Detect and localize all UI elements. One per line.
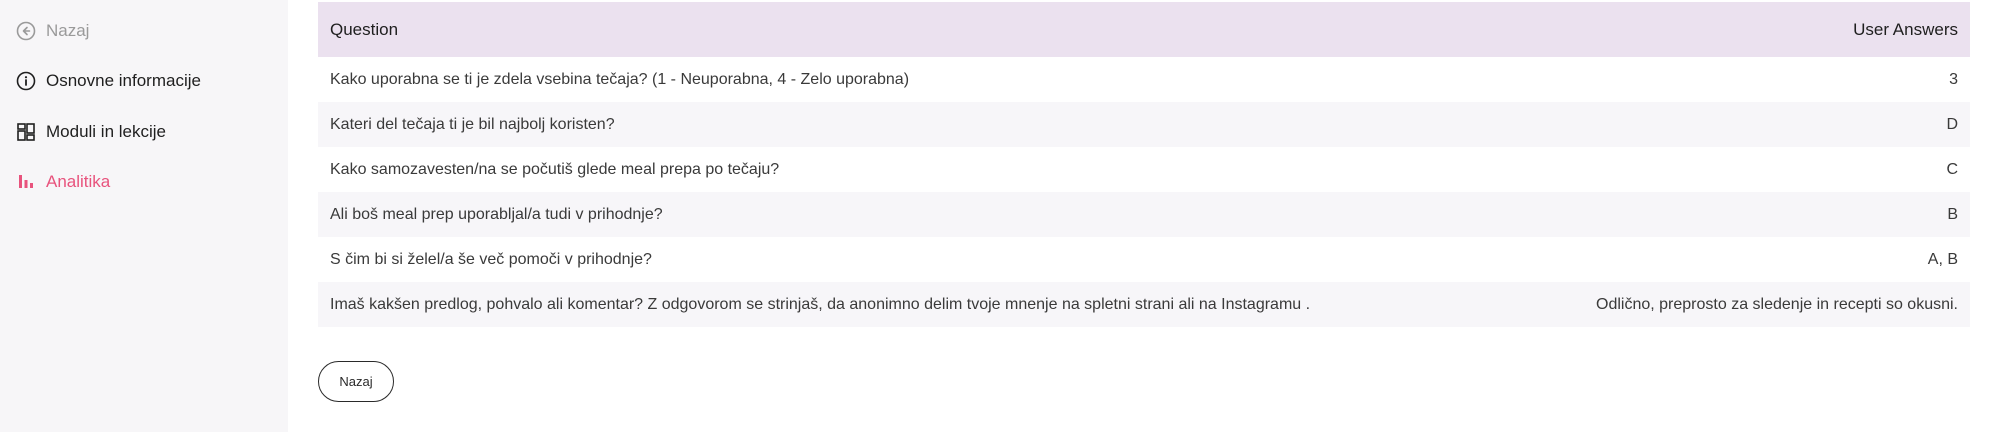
table-row: Imaš kakšen predlog, pohvalo ali komenta… <box>318 282 1970 327</box>
question-cell: Ali boš meal prep uporabljal/a tudi v pr… <box>330 205 663 223</box>
question-cell: Kako uporabna se ti je zdela vsebina teč… <box>330 70 910 88</box>
table-row: S čim bi si želel/a še več pomoči v prih… <box>318 237 1970 282</box>
sidebar-item-label: Osnovne informacije <box>46 71 201 90</box>
answer-cell: C <box>1946 160 1958 178</box>
answer-cell: Odlično, preprosto za sledenje in recept… <box>1596 295 1958 313</box>
answer-cell: 3 <box>1949 70 1958 88</box>
table-row: Kateri del tečaja ti je bil najbolj kori… <box>318 102 1970 147</box>
table-row: Kako uporabna se ti je zdela vsebina teč… <box>318 57 1970 102</box>
question-cell: Imaš kakšen predlog, pohvalo ali komenta… <box>330 295 1311 313</box>
table-row: Ali boš meal prep uporabljal/a tudi v pr… <box>318 192 1970 237</box>
question-cell: Kako samozavesten/na se počutiš glede me… <box>330 160 780 178</box>
answer-cell: B <box>1947 205 1958 223</box>
sidebar-item-back[interactable]: Nazaj <box>16 16 89 46</box>
sidebar-item-label: Nazaj <box>46 21 90 40</box>
column-header-user-answers: User Answers <box>1853 19 1958 39</box>
question-cell: S čim bi si želel/a še več pomoči v prih… <box>330 250 652 268</box>
sidebar-item-basic-info[interactable]: Osnovne informacije <box>16 66 201 96</box>
table-header-row: Question User Answers <box>318 2 1970 57</box>
sidebar-item-analytics[interactable]: Analitika <box>16 167 110 197</box>
answer-cell: D <box>1946 115 1958 133</box>
modules-grid-icon <box>16 122 36 142</box>
sidebar-item-label: Analitika <box>46 172 111 191</box>
column-header-question: Question <box>330 19 399 39</box>
bar-chart-icon <box>16 172 36 192</box>
analytics-main: Question User Answers Kako uporabna se t… <box>318 2 1970 327</box>
answer-cell: A, B <box>1927 250 1958 268</box>
question-cell: Kateri del tečaja ti je bil najbolj kori… <box>330 115 615 133</box>
sidebar-item-modules[interactable]: Moduli in lekcije <box>16 117 166 147</box>
back-button[interactable]: Nazaj <box>318 361 394 402</box>
table-row: Kako samozavesten/na se počutiš glede me… <box>318 147 1970 192</box>
sidebar: Nazaj Osnovne informacije Moduli in lekc… <box>0 0 288 432</box>
sidebar-item-label: Moduli in lekcije <box>46 122 166 141</box>
back-circle-icon <box>16 21 36 41</box>
info-icon <box>16 71 36 91</box>
answers-table: Question User Answers Kako uporabna se t… <box>318 2 1970 327</box>
